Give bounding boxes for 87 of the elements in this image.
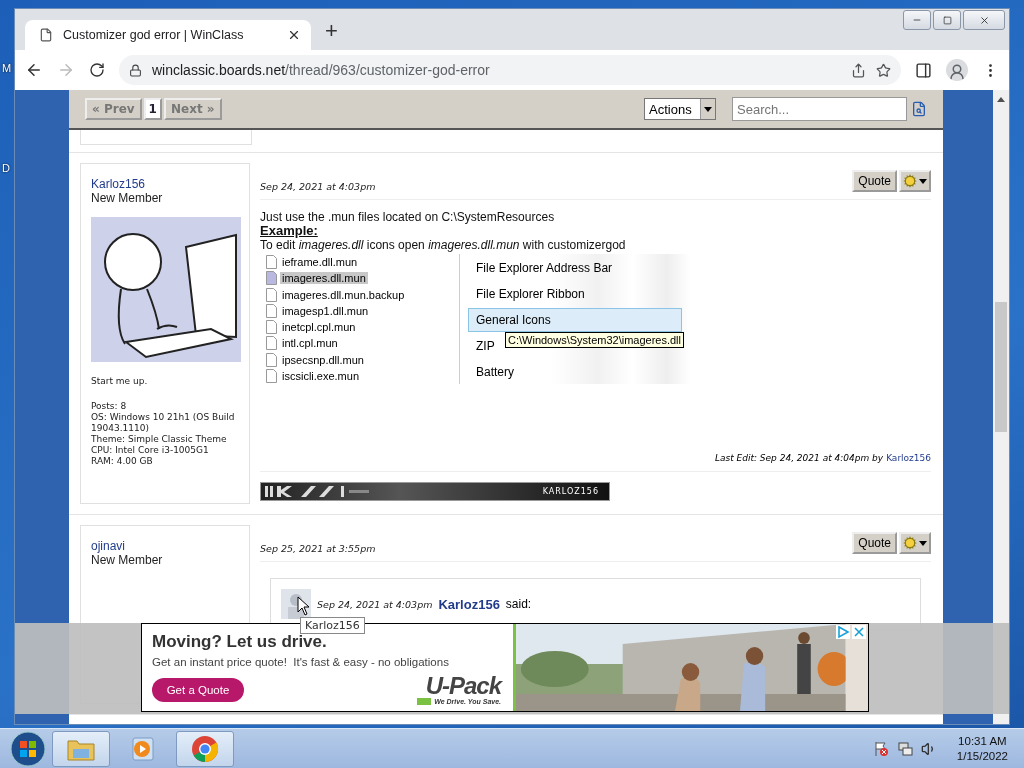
file-item[interactable]: inetcpl.cpl.mun (280, 321, 358, 334)
file-item[interactable]: iscsicli.exe.mun (280, 369, 362, 382)
post-text: To edit imageres.dll icons open imageres.dll.mun with customizergod (260, 238, 627, 252)
file-icon (266, 287, 277, 302)
clock[interactable]: 10:31 AM 1/15/2022 (956, 733, 1008, 764)
ad-subtext: Get an instant price quote! It's fast & easy - no obligations (152, 656, 450, 668)
post-text: Just use the .mun files located on C:\SystemResources (260, 210, 556, 224)
category-item[interactable]: Battery (468, 360, 682, 384)
maximize-button[interactable] (933, 10, 961, 30)
member-rank: New Member (91, 191, 164, 205)
tooltip: C:\Windows\System32\imageres.dll (505, 332, 684, 348)
actions-dropdown[interactable]: Actions (644, 98, 716, 120)
post-date: Sep 25, 2021 at 3:55pm (260, 541, 377, 554)
tooltip: Karloz156 (300, 617, 365, 634)
close-button[interactable] (963, 10, 1005, 30)
reload-icon[interactable] (89, 62, 105, 78)
author-link[interactable]: Karloz156 (91, 177, 239, 191)
adchoices-icon[interactable] (836, 625, 850, 639)
member-rank: New Member (91, 553, 164, 567)
cursor-icon (297, 596, 310, 616)
media-player-icon[interactable] (130, 735, 156, 762)
share-icon[interactable] (851, 62, 866, 78)
file-icon (266, 303, 277, 318)
last-edit-text: Last Edit: Sep 24, 2021 at 4:04pm by (714, 453, 884, 463)
file-item[interactable]: imageres.dll.mun (280, 272, 368, 285)
ad-headline: Moving? Let us drive. (152, 632, 328, 652)
profile-stat: RAM: 4.00 GB (91, 456, 154, 467)
quote-date: Sep 24, 2021 at 4:03pm (317, 598, 433, 610)
author-link[interactable]: Karloz156 (886, 453, 931, 463)
maximize-icon (942, 15, 952, 25)
options-button[interactable] (899, 170, 931, 192)
category-item[interactable]: General Icons (468, 308, 682, 332)
banner-text: KARLOZ156 (542, 487, 599, 496)
profile-stat: Posts: 8 (91, 401, 128, 412)
gear-icon (903, 536, 917, 550)
file-item[interactable]: intl.cpl.mun (280, 337, 340, 350)
browser-icon[interactable] (191, 734, 219, 763)
close-icon[interactable] (287, 28, 301, 42)
author-link[interactable]: ojinavi (91, 539, 239, 553)
file-icon (266, 255, 277, 270)
lock-icon (129, 63, 142, 77)
desktop-icon-label[interactable]: D (2, 162, 14, 174)
star-icon[interactable] (876, 62, 891, 78)
address-bar[interactable]: winclassic.boards.net/thread/963/customizer-god-error (119, 55, 901, 85)
ad-logo: U-Pack (425, 674, 501, 698)
quote-button[interactable]: Quote (852, 532, 897, 554)
search-field[interactable]: Search... (732, 97, 907, 121)
post-date: Sep 24, 2021 at 4:03pm (260, 179, 377, 192)
side-panel-icon[interactable] (915, 61, 932, 79)
network-icon[interactable] (896, 740, 913, 757)
example-heading: Example: (260, 224, 319, 238)
file-icon (266, 352, 277, 367)
profile-icon[interactable] (946, 59, 968, 81)
said-text: said: (505, 597, 532, 611)
taskbar-button[interactable] (176, 730, 234, 767)
page-button[interactable]: 1 (143, 98, 162, 120)
file-item[interactable]: ipsecsnp.dll.mun (280, 353, 366, 366)
profile-stat: OS: Windows 10 21h1 (OS Build 19043.1110) (91, 412, 236, 434)
page-icon (39, 28, 53, 42)
profile-stat: Theme: Simple Classic Theme (91, 434, 228, 445)
get-quote-button[interactable]: Get a Quote (152, 678, 244, 702)
category-item[interactable]: File Explorer Ribbon (468, 282, 682, 306)
options-button[interactable] (899, 532, 931, 554)
personal-text: Start me up. (91, 376, 149, 387)
new-tab-button[interactable]: + (325, 18, 338, 44)
taskbar-button[interactable] (52, 730, 110, 767)
file-icon (266, 271, 277, 286)
flag-icon[interactable] (872, 740, 889, 757)
minimize-button[interactable] (903, 10, 931, 30)
close-icon (978, 14, 990, 26)
search-icon[interactable] (911, 101, 927, 117)
browser-tab[interactable]: Customizer god error | WinClass (25, 20, 311, 50)
file-item[interactable]: imagesp1.dll.mun (280, 304, 371, 317)
gear-icon (903, 174, 917, 188)
file-icon (266, 320, 277, 335)
file-icon (266, 368, 277, 383)
start-button[interactable] (8, 730, 48, 767)
desktop-icon-label[interactable]: M (2, 62, 14, 74)
category-item[interactable]: File Explorer Address Bar (468, 256, 682, 280)
profile-stat: CPU: Intel Core i3-1005G1 (91, 445, 210, 456)
file-icon (266, 336, 277, 351)
quote-button[interactable]: Quote (852, 170, 897, 192)
file-item[interactable]: imageres.dll.mun.backup (280, 288, 407, 301)
back-icon[interactable] (25, 61, 43, 79)
url-text: winclassic.boards.net/thread/963/customizer-god-error (152, 62, 491, 78)
quoted-user-link[interactable]: Karloz156 (438, 596, 500, 612)
file-item[interactable]: ieframe.dll.mun (280, 256, 360, 269)
